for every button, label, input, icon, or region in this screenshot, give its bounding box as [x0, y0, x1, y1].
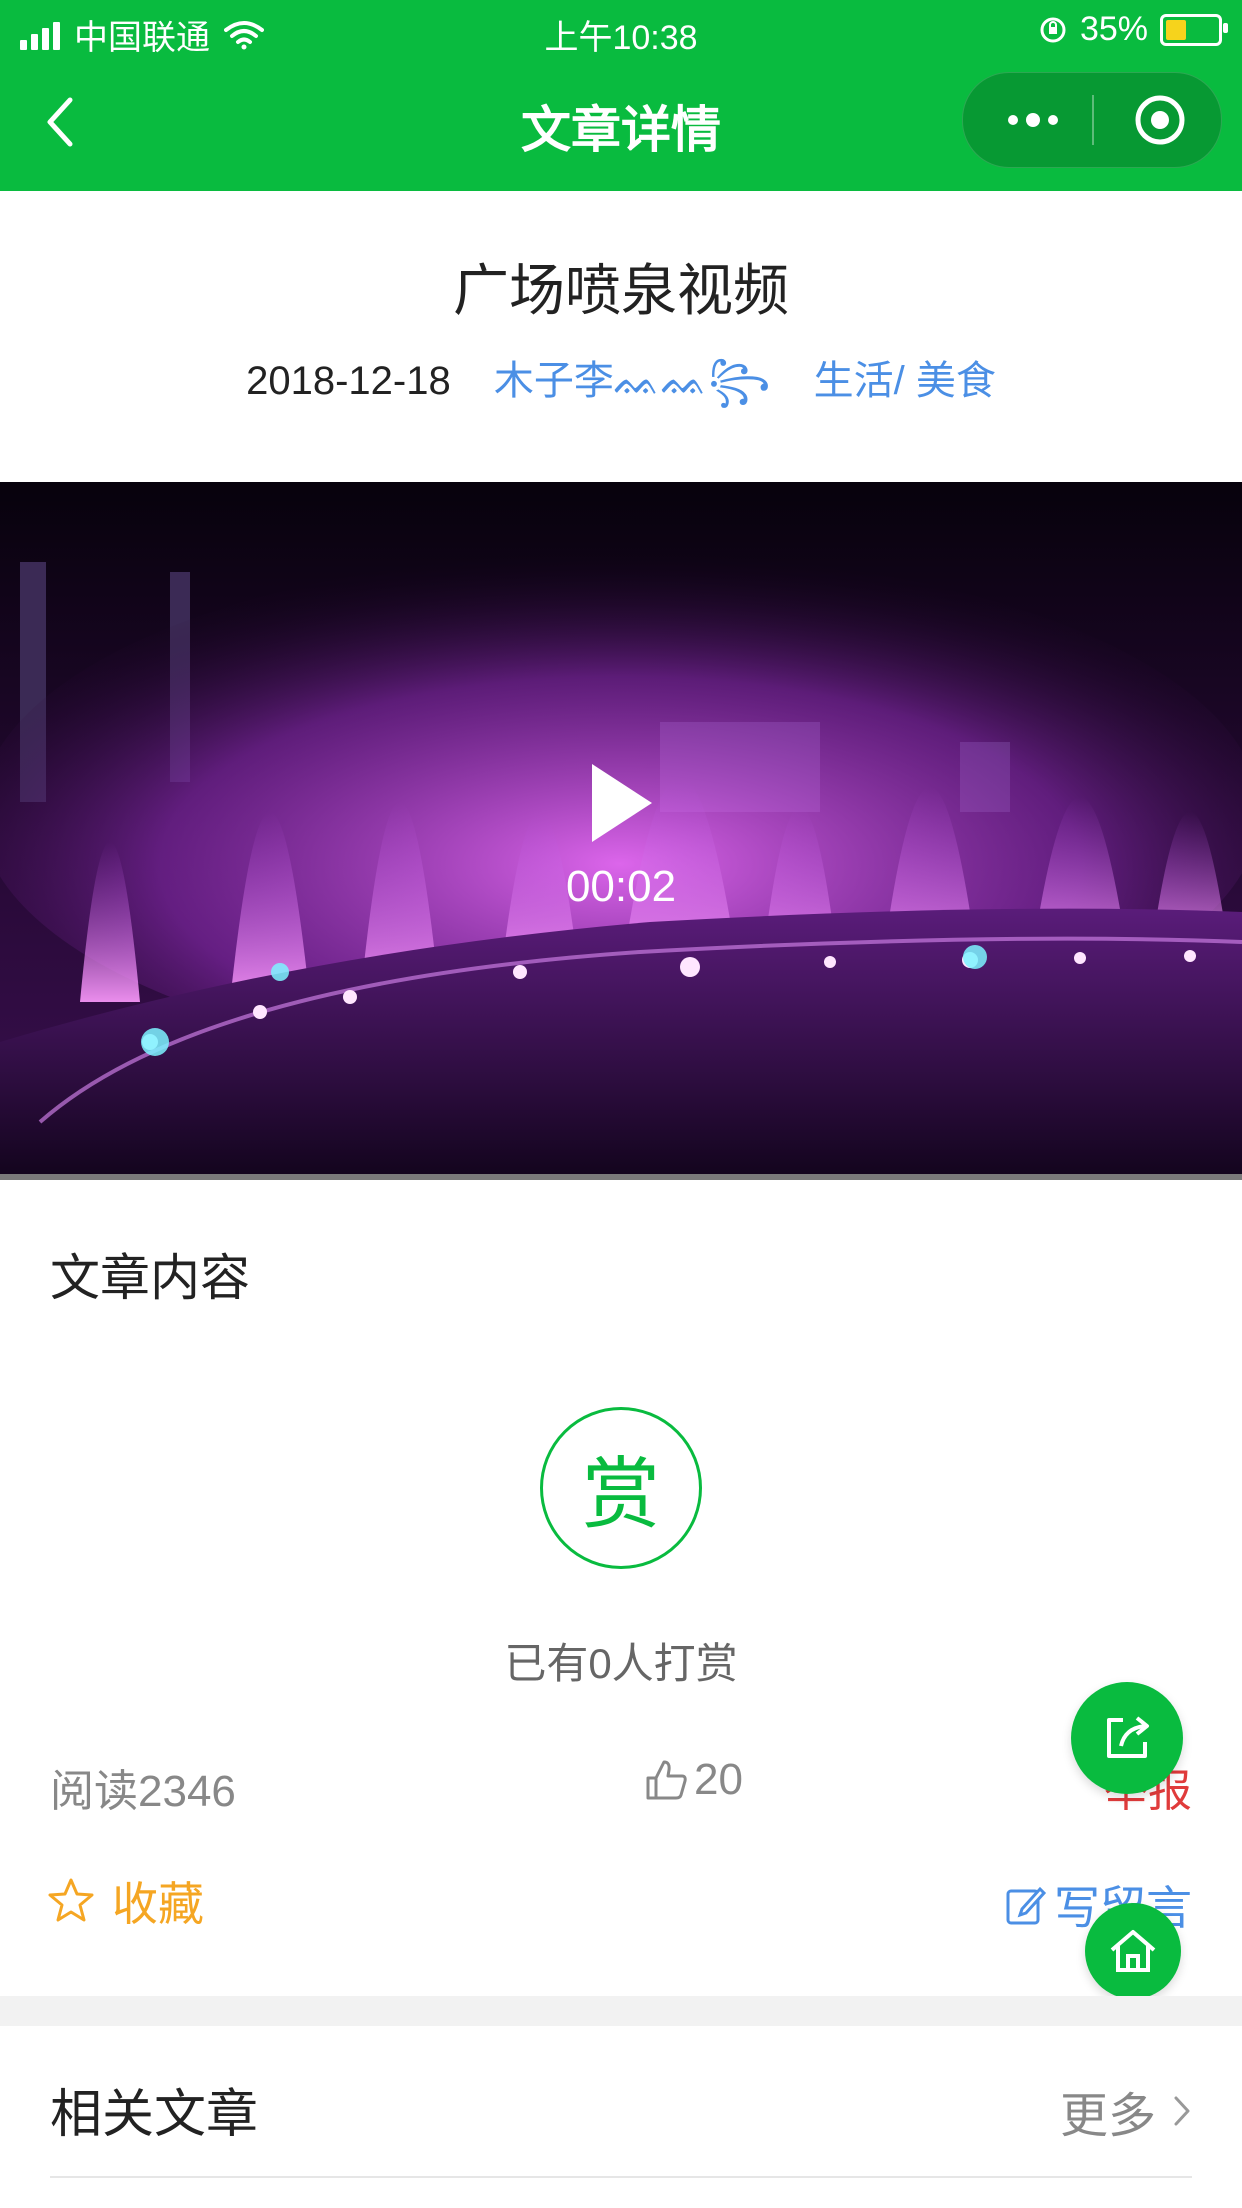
star-icon	[48, 1878, 94, 1922]
category-link[interactable]: 生活/ 美食	[814, 348, 996, 406]
more-dots-icon[interactable]	[1003, 100, 1063, 140]
home-button[interactable]	[1085, 1903, 1181, 1999]
more-label: 更多	[1059, 2090, 1156, 2143]
list-divider	[50, 2176, 1192, 2178]
collect-button[interactable]: 收藏	[46, 1868, 204, 1934]
battery-icon	[1160, 13, 1228, 46]
collect-label: 收藏	[112, 1878, 204, 1930]
share-button[interactable]	[1071, 1682, 1183, 1794]
target-icon[interactable]	[1133, 93, 1187, 147]
share-icon	[1107, 1716, 1149, 1758]
video-duration: 00:02	[565, 862, 677, 911]
reward-glyph: 赏	[581, 1450, 660, 1538]
like-count: 20	[694, 1755, 743, 1804]
status-right: 35%	[1038, 10, 1228, 49]
home-icon	[1110, 1930, 1156, 1972]
play-icon[interactable]	[586, 760, 656, 846]
article-meta: 2018-12-18 木子李ᨐᨐ꧂ 生活/ 美食	[0, 348, 1242, 431]
video-progress-track	[0, 1174, 1242, 1180]
like-button[interactable]: 20	[644, 1755, 743, 1805]
reward-button[interactable]: 赏	[540, 1407, 702, 1569]
battery-percent: 35%	[1079, 10, 1148, 48]
reward-count-text: 已有0人打赏	[504, 1640, 738, 1687]
author-link[interactable]: 木子李ᨐᨐ꧂	[494, 348, 771, 431]
status-bar: 中国联通 上午10:38 35%	[0, 0, 1242, 62]
more-link[interactable]: 更多	[1060, 2076, 1192, 2146]
article-title: 广场喷泉视频	[453, 259, 789, 322]
article-date: 2018-12-18	[246, 359, 451, 403]
chevron-right-icon	[1174, 2096, 1190, 2126]
capsule-divider	[1092, 95, 1094, 145]
section-separator	[0, 1996, 1242, 2026]
header-bar: 中国联通 上午10:38 35% 文章详情	[0, 0, 1242, 191]
thumb-up-icon	[646, 1760, 687, 1800]
read-count: 阅读2346	[50, 1767, 236, 1816]
section-title-content: 文章内容	[50, 1250, 250, 1306]
rotation-lock-icon	[1040, 17, 1066, 42]
edit-icon	[1006, 1886, 1047, 1925]
nav-bar: 文章详情	[0, 62, 1242, 191]
mini-program-capsule	[962, 72, 1222, 168]
related-articles-title: 相关文章	[50, 2086, 259, 2144]
